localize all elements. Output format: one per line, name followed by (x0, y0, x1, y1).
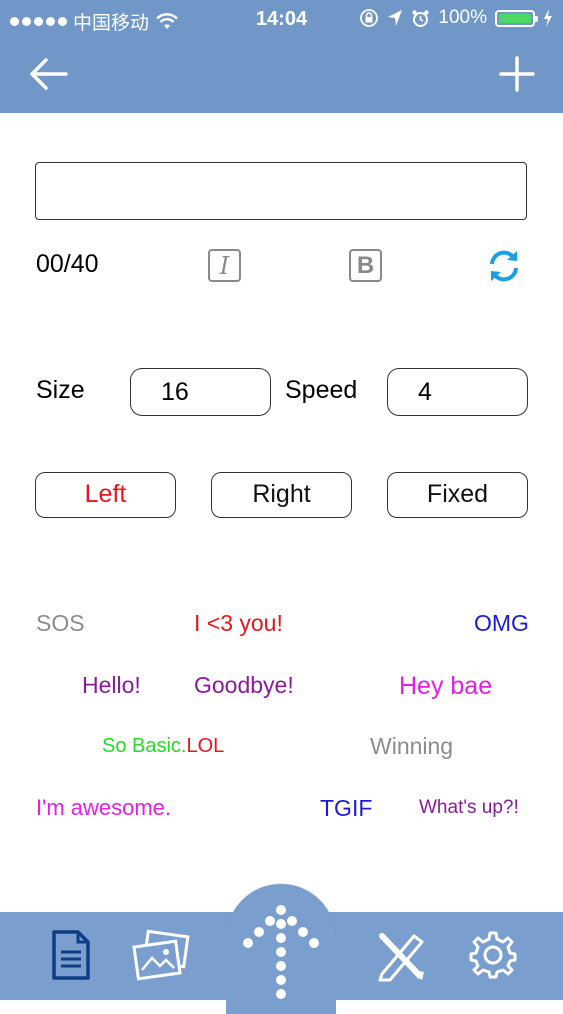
location-icon (388, 10, 403, 26)
settings-gear-icon[interactable] (466, 928, 520, 982)
direction-left-button[interactable]: Left (35, 472, 176, 518)
draw-icon[interactable] (374, 928, 428, 982)
preset-winning[interactable]: Winning (370, 733, 453, 760)
battery-percent: 100% (438, 7, 487, 28)
preset-goodbye[interactable]: Goodbye! (194, 672, 294, 699)
preset-whats-up[interactable]: What's up?! (419, 797, 519, 819)
preset-hey-bae[interactable]: Hey bae (399, 672, 492, 701)
plus-icon[interactable] (493, 50, 541, 98)
speed-input[interactable] (387, 368, 528, 416)
direction-right-button[interactable]: Right (211, 472, 352, 518)
preset-so-basic-text: So Basic. (102, 735, 187, 757)
charging-icon (544, 9, 552, 27)
size-input[interactable] (130, 368, 271, 416)
preset-love[interactable]: I <3 you! (194, 610, 283, 637)
preset-omg[interactable]: OMG (474, 610, 529, 637)
lock-rotation-icon (360, 9, 379, 27)
arrow-left-icon[interactable] (24, 50, 72, 98)
send-icon (243, 905, 319, 999)
bold-button[interactable]: B (349, 249, 382, 282)
italic-button[interactable]: I (208, 249, 241, 282)
refresh-icon[interactable] (484, 246, 524, 286)
battery-icon (495, 9, 538, 27)
preset-so-basic[interactable]: So Basic.LOL (102, 735, 224, 758)
send-tab-button[interactable] (226, 884, 336, 1014)
battery-fill (499, 13, 531, 23)
preset-sos[interactable]: SOS (36, 610, 85, 637)
preset-lol-text: LOL (186, 735, 225, 757)
gallery-icon[interactable] (132, 928, 192, 982)
character-counter: 00/40 (36, 250, 99, 278)
document-icon[interactable] (46, 928, 96, 982)
preset-awesome[interactable]: I'm awesome. (36, 795, 171, 821)
size-label: Size (36, 376, 85, 404)
message-text-input[interactable] (35, 162, 527, 220)
status-right: 100% (359, 7, 553, 29)
speed-label: Speed (285, 376, 358, 404)
status-bar: 中国移动 14:04 100% (0, 0, 563, 38)
direction-fixed-button[interactable]: Fixed (387, 472, 528, 518)
preset-tgif[interactable]: TGIF (320, 795, 372, 822)
preset-hello[interactable]: Hello! (82, 672, 141, 699)
top-bar: 中国移动 14:04 100% (0, 0, 563, 113)
alarm-icon (412, 9, 430, 27)
